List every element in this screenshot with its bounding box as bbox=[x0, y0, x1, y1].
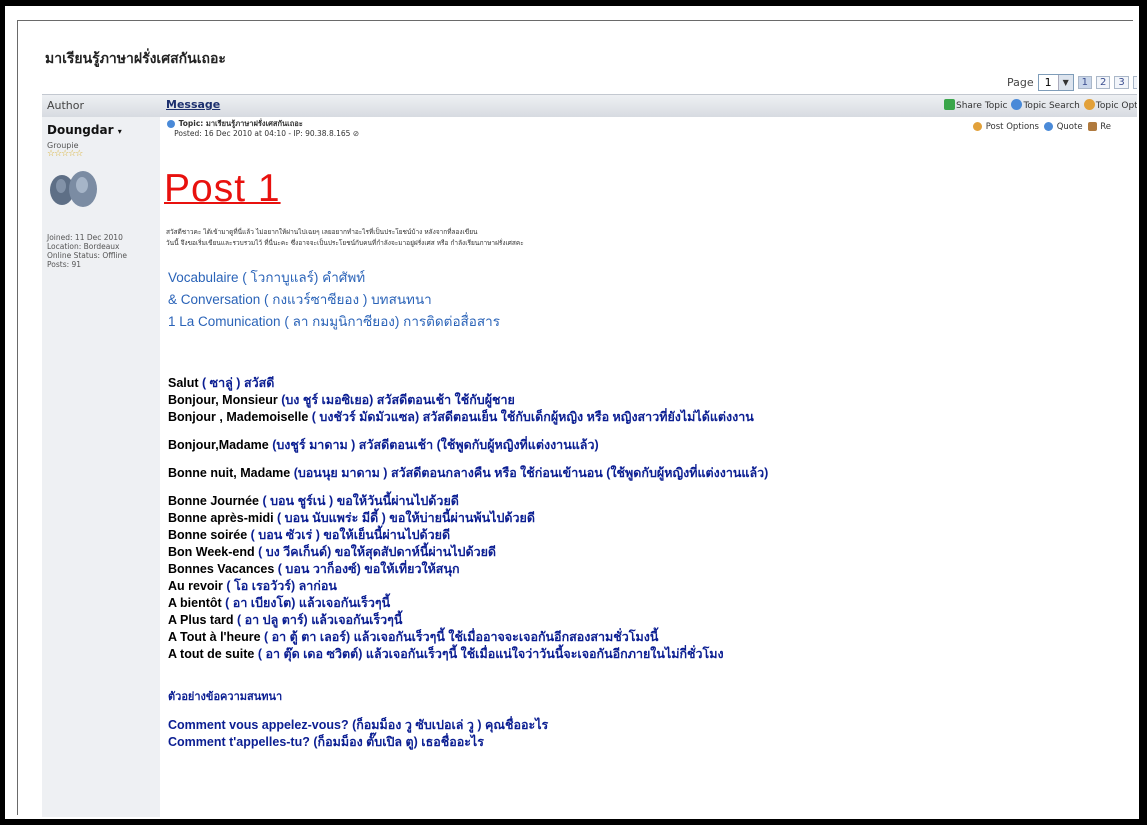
list-item: Bonne soirée ( บอน ซัวเร่ ) ขอให้เย็นนี้… bbox=[168, 528, 451, 542]
options-icon bbox=[1083, 99, 1095, 110]
topic-options-button[interactable]: Topic Optio bbox=[1083, 99, 1137, 111]
list-item: Bonne Journée ( บอน ชูร์เน่ ) ขอให้วันนี… bbox=[168, 494, 459, 508]
chevron-down-icon[interactable]: ▾ bbox=[118, 127, 122, 136]
page-link-3[interactable]: 3 bbox=[1114, 76, 1129, 89]
avatar bbox=[50, 171, 97, 207]
user-info: Joined: 11 Dec 2010 Location: Bordeaux O… bbox=[47, 233, 127, 269]
page-link-13[interactable]: 13 bbox=[1132, 76, 1137, 89]
page-link-2[interactable]: 2 bbox=[1096, 76, 1111, 89]
rank-stars: ☆☆☆☆☆ bbox=[47, 149, 83, 159]
quote-icon bbox=[1044, 122, 1053, 131]
screenshot-frame: มาเรียนรู้ภาษาฝรั่งเศสกันเถอะ Page 1 ▼ 1… bbox=[5, 6, 1139, 819]
post-heading: Post 1 bbox=[164, 167, 281, 210]
list-item: Comment t'appelles-tu? (ก็อมม็อง ตั๊บเปิ… bbox=[168, 735, 484, 749]
list-item: A Tout à l'heure ( อา ตู้ ตา เลอร์) แล้ว… bbox=[168, 630, 659, 644]
list-item: Au revoir ( โอ เรอวัวร์) ลาก่อน bbox=[168, 579, 337, 593]
list-item: Bonjour,Madame (บงชูร์ มาดาม ) สวัสดีตอน… bbox=[168, 438, 599, 452]
list-item: Bonne nuit, Madame (บอนนุย มาดาม ) สวัสด… bbox=[168, 466, 769, 480]
list-item: Bonjour, Monsieur (บง ชูร์ เมอซิเยอ) สวั… bbox=[168, 393, 515, 407]
table-header: Author Message Share Topic Topic Search … bbox=[42, 94, 1137, 118]
pager: Page 1 ▼ 1 2 3 13 bbox=[1007, 74, 1137, 91]
search-icon bbox=[1011, 99, 1023, 110]
ip-icon[interactable]: ⊘ bbox=[353, 129, 359, 138]
message-column-header[interactable]: Message bbox=[166, 98, 220, 111]
list-item: A tout de suite ( อา ตุ๊ด เดอ ซวิตต์) แล… bbox=[168, 647, 724, 661]
list-item: Bonne après-midi ( บอน นับแพร่ะ มีดี้ ) … bbox=[168, 511, 535, 525]
pager-label: Page bbox=[1007, 76, 1034, 89]
example-heading: ตัวอย่างข้อความสนทนา bbox=[168, 691, 283, 703]
post-options-button[interactable]: Post Options bbox=[973, 122, 1039, 132]
reply-button[interactable]: Re bbox=[1087, 122, 1111, 132]
author-column-header: Author bbox=[47, 99, 85, 112]
list-item: A Plus tard ( อา ปลู ตาร์) แล้วเจอกันเร็… bbox=[168, 613, 403, 627]
options-icon bbox=[973, 122, 982, 131]
post-options-bar: Post Options Quote Re bbox=[973, 122, 1111, 132]
chevron-down-icon[interactable]: ▼ bbox=[1057, 75, 1073, 90]
share-icon bbox=[944, 99, 955, 110]
intro-text: สวัสดีชาวคะ ได้เข้ามาดูที่นี่แล้ว ไม่อยา… bbox=[166, 228, 524, 247]
post-content: Topic: มาเรียนรู้ภาษาฝรั่งเศสกันเถอะ Pos… bbox=[160, 117, 1137, 817]
list-item: Comment vous appelez-vous? (ก็อมม็อง วู … bbox=[168, 718, 549, 732]
list-item: Bonjour , Mademoiselle ( บงชัวร์ มัดมัวแ… bbox=[168, 410, 754, 424]
topic-search-button[interactable]: Topic Search bbox=[1011, 99, 1080, 111]
topic-tools: Share Topic Topic Search Topic Optio bbox=[944, 99, 1137, 111]
quote-button[interactable]: Quote bbox=[1044, 122, 1083, 132]
page-title: มาเรียนรู้ภาษาฝรั่งเศสกันเถอะ bbox=[45, 51, 226, 67]
post-meta: Topic: มาเรียนรู้ภาษาฝรั่งเศสกันเถอะ Pos… bbox=[167, 119, 359, 139]
list-item: Salut ( ซาลู่ ) สวัสดี bbox=[168, 376, 275, 390]
phrase-list: Salut ( ซาลู่ ) สวัสดี Bonjour, Monsieur… bbox=[168, 375, 768, 751]
page-select[interactable]: 1 ▼ bbox=[1037, 74, 1074, 91]
share-topic-button[interactable]: Share Topic bbox=[944, 99, 1007, 111]
reply-icon bbox=[1087, 122, 1097, 131]
author-panel: Doungdar ▾ Groupie ☆☆☆☆☆ Joined: 11 Dec … bbox=[42, 117, 161, 817]
page-select-value: 1 bbox=[1044, 76, 1052, 89]
topic-icon bbox=[167, 120, 175, 128]
vocab-heading: Vocabulaire ( โวกาบูแลร์) คำศัพท์ & Conv… bbox=[168, 270, 500, 329]
list-item: Bonnes Vacances ( บอน วาก็องซ์) ขอให้เที… bbox=[168, 562, 460, 576]
list-item: Bon Week-end ( บง วีคเก็นด์) ขอให้สุดสัป… bbox=[168, 545, 497, 559]
username[interactable]: Doungdar ▾ bbox=[47, 123, 122, 137]
page-link-1[interactable]: 1 bbox=[1077, 76, 1093, 89]
list-item: A bientôt ( อา เบียงโต) แล้วเจอกันเร็วๆน… bbox=[168, 596, 391, 610]
